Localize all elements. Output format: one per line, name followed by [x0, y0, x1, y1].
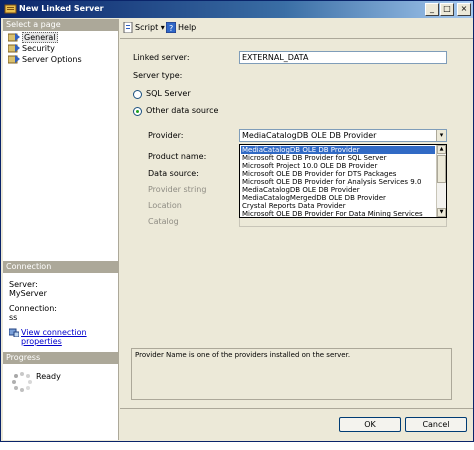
select-page-header: Select a page [3, 19, 119, 31]
linked-server-input[interactable]: EXTERNAL_DATA [239, 51, 447, 64]
script-label: Script [135, 23, 159, 32]
provider-dropdown-list[interactable]: MediaCatalogDB OLE DB Provider Microsoft… [239, 144, 447, 218]
description-text: Provider Name is one of the providers in… [135, 351, 351, 359]
progress-header: Progress [3, 352, 119, 364]
provider-option[interactable]: Microsoft OLE DB Provider for SQL Server [241, 154, 435, 162]
chevron-down-icon[interactable]: ▾ [161, 23, 165, 32]
location-label: Location [148, 201, 182, 210]
view-connection-link-text[interactable]: View connection properties [21, 328, 87, 346]
server-type-label: Server type: [133, 71, 183, 80]
connection-header: Connection [3, 261, 119, 273]
other-data-source-label: Other data source [146, 106, 219, 115]
connection-value: ss [9, 313, 18, 322]
page-icon [8, 55, 20, 64]
linked-server-icon [4, 4, 17, 14]
help-label: Help [178, 23, 197, 32]
provider-option[interactable]: Microsoft OLE DB Provider For Data Minin… [241, 210, 435, 217]
sql-server-label: SQL Server [146, 89, 191, 98]
window-title: New Linked Server [19, 4, 104, 13]
svg-text:?: ? [169, 24, 173, 33]
title-bar[interactable]: New Linked Server _ □ × [1, 1, 473, 18]
page-item-label: Server Options [22, 55, 82, 64]
outer-margin [0, 442, 474, 450]
page-icon [8, 33, 20, 42]
help-icon: ? [166, 22, 176, 33]
provider-option[interactable]: MediaCatalogDB OLE DB Provider [241, 146, 435, 154]
linked-server-label: Linked server: [133, 53, 190, 62]
scroll-down-icon[interactable]: ▼ [437, 208, 446, 217]
scrollbar-thumb[interactable] [437, 155, 446, 183]
left-pane: Select a page General Security Server Op… [3, 19, 119, 440]
general-page: Linked server: EXTERNAL_DATA Server type… [120, 38, 473, 408]
provider-string-label: Provider string [148, 185, 207, 194]
ok-button[interactable]: OK [339, 417, 401, 432]
provider-combo[interactable]: MediaCatalogDB OLE DB Provider ▾ [239, 129, 447, 142]
provider-option[interactable]: MediaCatalogDB OLE DB Provider [241, 186, 435, 194]
view-connection-properties-link[interactable]: View connection properties [9, 328, 118, 346]
help-button[interactable]: ? Help [166, 22, 196, 33]
other-data-source-radio[interactable] [133, 107, 142, 116]
provider-option[interactable]: Crystal Reports Data Provider [241, 202, 435, 210]
page-item-server-options[interactable]: Server Options [7, 54, 82, 65]
toolbar: Script ▾ ? Help [120, 19, 473, 37]
provider-option[interactable]: Microsoft OLE DB Provider for DTS Packag… [241, 170, 435, 178]
page-icon [8, 44, 20, 53]
connection-label: Connection: [9, 304, 57, 313]
product-name-label: Product name: [148, 152, 207, 161]
cancel-button[interactable]: Cancel [405, 417, 467, 432]
scroll-up-icon[interactable]: ▲ [437, 145, 446, 154]
description-box: Provider Name is one of the providers in… [131, 348, 452, 400]
provider-option[interactable]: Microsoft Project 10.0 OLE DB Provider [241, 162, 435, 170]
page-item-label: General [22, 32, 58, 43]
provider-selected-value: MediaCatalogDB OLE DB Provider [242, 131, 377, 140]
chevron-down-icon[interactable]: ▾ [436, 130, 446, 141]
page-item-general[interactable]: General [7, 32, 58, 43]
provider-option[interactable]: Microsoft OLE DB Provider for Analysis S… [241, 178, 435, 186]
progress-status: Ready [36, 372, 61, 381]
connection-properties-icon [9, 328, 19, 337]
page-item-security[interactable]: Security [7, 43, 55, 54]
catalog-label: Catalog [148, 217, 179, 226]
new-linked-server-window: New Linked Server _ □ × Select a page Ge… [0, 0, 474, 442]
provider-label: Provider: [148, 131, 184, 140]
progress-spinner-icon [12, 372, 32, 392]
minimize-button[interactable]: _ [425, 3, 439, 16]
page-item-label: Security [22, 44, 55, 53]
server-value: MyServer [9, 289, 47, 298]
maximize-button[interactable]: □ [440, 3, 454, 16]
dropdown-scrollbar[interactable]: ▲ ▼ [436, 145, 446, 217]
script-icon [123, 22, 133, 33]
close-button[interactable]: × [457, 3, 471, 16]
sql-server-radio[interactable] [133, 90, 142, 99]
provider-option[interactable]: MediaCatalogMergedDB OLE DB Provider [241, 194, 435, 202]
server-label: Server: [9, 280, 38, 289]
script-button[interactable]: Script ▾ [123, 22, 165, 33]
button-bar: OK Cancel [120, 408, 473, 440]
data-source-label: Data source: [148, 169, 199, 178]
